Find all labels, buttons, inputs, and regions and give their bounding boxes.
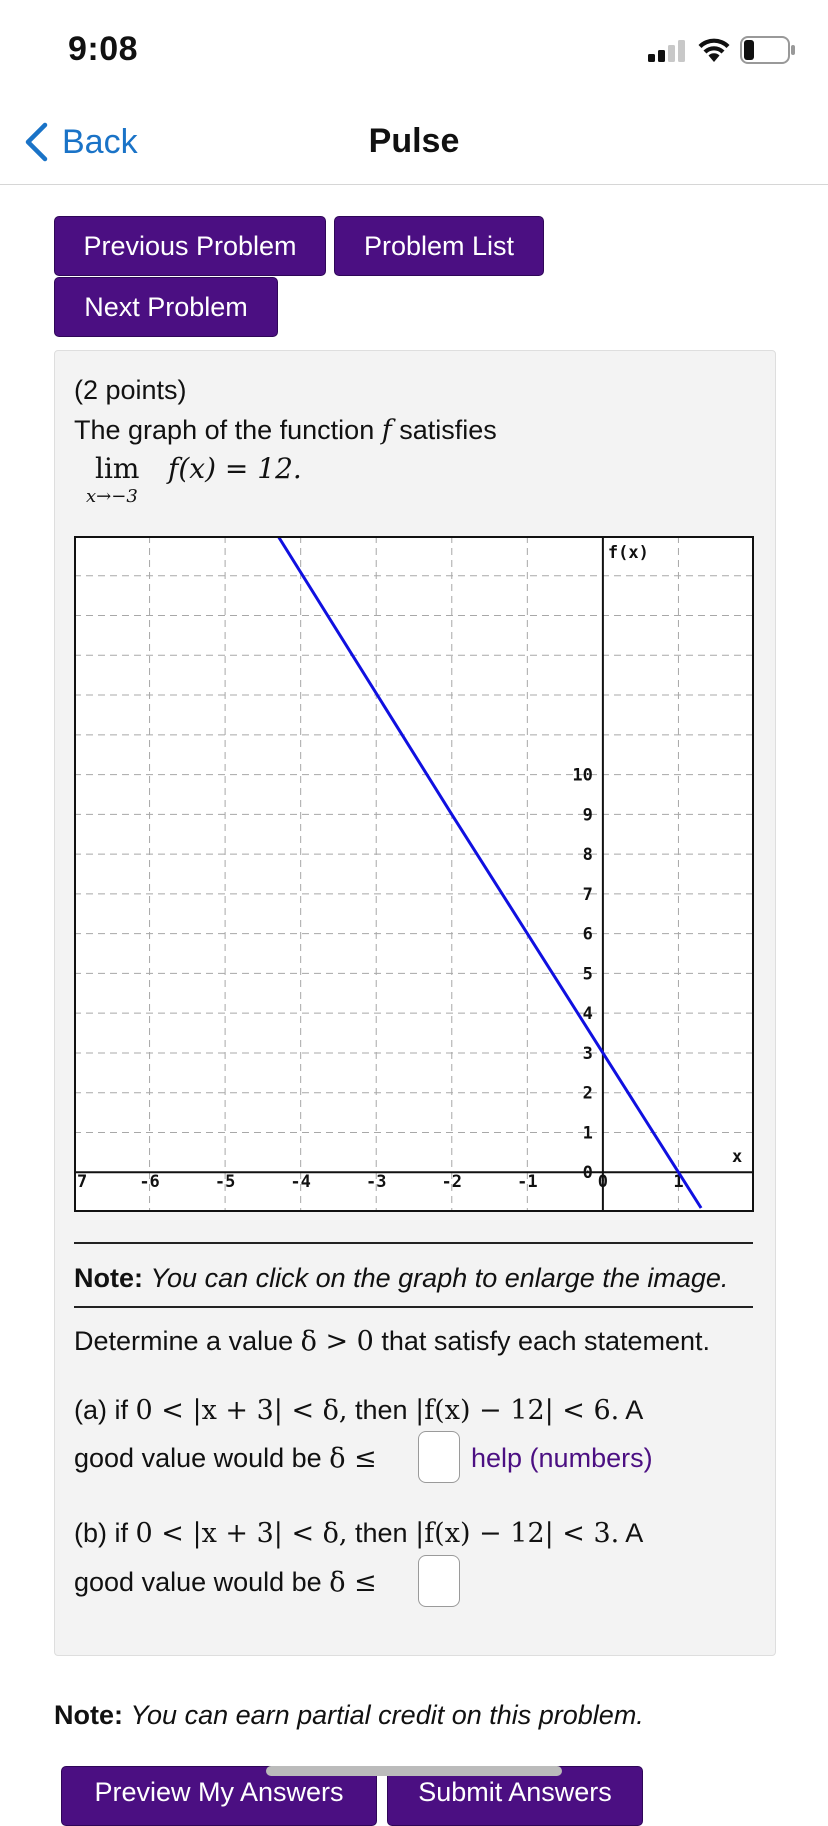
x-tick-label: 7 <box>77 1172 87 1192</box>
limit-word: lim <box>95 452 140 485</box>
graph-note-text: You can click on the graph to enlarge th… <box>150 1263 729 1293</box>
determine-text: Determine a value δ > 0 that satisfy eac… <box>74 1323 710 1360</box>
determine-text-b: that satisfy each statement. <box>381 1326 711 1356</box>
y-tick-label: 3 <box>583 1044 593 1064</box>
problem-list-button[interactable]: Problem List <box>334 216 544 276</box>
note-top-rule <box>74 1242 753 1244</box>
y-axis-label: f(x) <box>608 543 649 563</box>
y-tick-label: 6 <box>583 925 593 945</box>
part-a-then: then <box>355 1395 408 1425</box>
x-tick-label: -1 <box>517 1172 537 1192</box>
part-a-answer-input[interactable] <box>418 1431 460 1483</box>
part-a-if: (a) if <box>74 1395 128 1425</box>
function-symbol: f <box>381 415 392 446</box>
graph-svg: 7 -6 -5 -4 -3 -2 -1 0 1012345678910f(x)x <box>74 536 754 1212</box>
x-tick-label: -3 <box>366 1172 386 1192</box>
status-bar: 9:08 <box>0 0 828 100</box>
intro-end-text: satisfies <box>399 415 497 445</box>
wifi-icon <box>698 38 730 62</box>
part-a-condition: 0 < |x + 3| < δ, <box>135 1395 348 1426</box>
x-tick-label: -2 <box>442 1172 462 1192</box>
partial-credit-label: Note: <box>54 1700 123 1730</box>
y-tick-label: 9 <box>583 805 593 825</box>
part-b-good-value: good value would be <box>74 1567 322 1597</box>
nav-title: Pulse <box>368 122 460 160</box>
part-a-inequality: |f(x) − 12| < 6. <box>415 1395 620 1426</box>
previous-problem-button[interactable]: Previous Problem <box>54 216 326 276</box>
determine-text-a: Determine a value <box>74 1326 294 1356</box>
function-graph[interactable]: 7 -6 -5 -4 -3 -2 -1 0 1 0 1 2 3 4 5 6 7 8 9 10 f(x) x <box>74 536 754 1212</box>
graph-note-label: Note: <box>74 1263 143 1293</box>
y-tick-label: 1 <box>583 1123 593 1143</box>
y-tick-label: 7 <box>583 885 593 905</box>
graph-note: Note: You can click on the graph to enla… <box>74 1260 728 1296</box>
x-tick-label: -6 <box>139 1172 159 1192</box>
note-bottom-rule <box>74 1306 753 1308</box>
x-tick-label: -5 <box>215 1172 235 1192</box>
battery-icon <box>740 36 795 64</box>
x-tick-label: 0 <box>598 1172 608 1192</box>
function-line <box>276 536 703 1209</box>
partial-credit-note: Note: You can earn partial credit on thi… <box>54 1700 644 1731</box>
x-tick-label: -4 <box>290 1172 310 1192</box>
status-icons <box>648 36 798 66</box>
nav-bar: Back Pulse <box>0 100 828 185</box>
part-b-answer-input[interactable] <box>418 1555 460 1607</box>
part-a-delta: δ ≤ <box>329 1443 377 1474</box>
y-tick-label: 0 <box>583 1163 593 1183</box>
cellular-signal-icon <box>648 40 685 62</box>
x-axis-label: x <box>732 1147 742 1167</box>
home-indicator <box>266 1766 562 1776</box>
help-numbers-link[interactable]: help (numbers) <box>471 1440 653 1476</box>
determine-math: δ > 0 <box>300 1326 374 1357</box>
limit-expression: lim x→−3 f(x) = 12. <box>86 452 346 508</box>
part-a-good-value: good value would be <box>74 1443 322 1473</box>
partial-credit-text: You can earn partial credit on this prob… <box>130 1700 644 1730</box>
status-time: 9:08 <box>68 30 139 68</box>
intro-text: The graph of the function <box>74 415 375 445</box>
part-b-if: (b) if <box>74 1518 128 1548</box>
part-a-line-2: good value would be δ ≤ <box>74 1440 377 1477</box>
part-b-line-2: good value would be δ ≤ <box>74 1564 377 1601</box>
part-b-condition: 0 < |x + 3| < δ, <box>135 1518 348 1549</box>
part-b-delta: δ ≤ <box>329 1567 377 1598</box>
part-b-then: then <box>355 1518 408 1548</box>
part-a-line-1: (a) if 0 < |x + 3| < δ, then |f(x) − 12|… <box>74 1392 643 1429</box>
limit-subscript: x→−3 <box>86 486 138 507</box>
y-tick-label: 8 <box>583 845 593 865</box>
limit-value: f(x) = 12. <box>168 452 302 485</box>
part-b-a: A <box>625 1518 644 1548</box>
graph-border <box>74 536 754 1212</box>
problem-intro: The graph of the function f satisfies <box>74 412 497 449</box>
part-a-a: A <box>625 1395 644 1425</box>
next-problem-button[interactable]: Next Problem <box>54 277 278 337</box>
problem-points: (2 points) <box>74 375 187 405</box>
part-b-inequality: |f(x) − 12| < 3. <box>415 1518 620 1549</box>
part-b-line-1: (b) if 0 < |x + 3| < δ, then |f(x) − 12|… <box>74 1515 643 1552</box>
y-tick-label: 2 <box>583 1084 593 1104</box>
y-tick-label: 10 <box>572 766 592 786</box>
y-tick-label: 5 <box>583 964 593 984</box>
